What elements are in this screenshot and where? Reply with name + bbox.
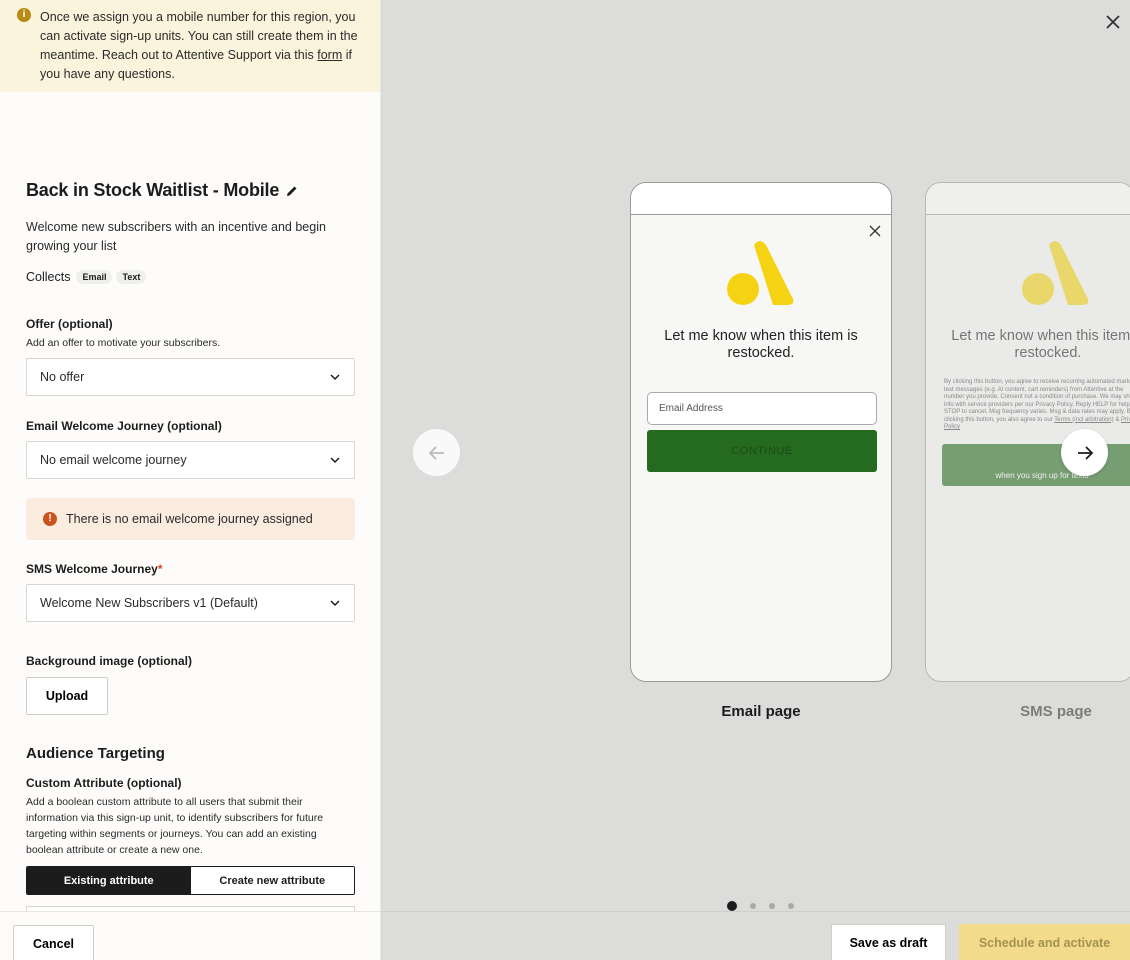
chevron-down-icon <box>330 457 340 464</box>
email-page-caption: Email page <box>721 703 801 720</box>
email-journey-warning: ! There is no email welcome journey assi… <box>26 498 355 540</box>
collects-chip-text: Text <box>116 270 147 284</box>
phone-top-bar <box>926 183 1130 215</box>
required-mark: * <box>157 562 163 576</box>
info-icon: i <box>17 8 31 22</box>
carousel-prev-button[interactable] <box>413 429 460 476</box>
warning-text: There is no email welcome journey assign… <box>66 512 313 526</box>
page-dot-3[interactable] <box>769 903 775 909</box>
alert-icon: ! <box>43 512 57 526</box>
page-dot-1[interactable] <box>727 901 737 911</box>
background-image-label: Background image (optional) <box>26 654 193 668</box>
unit-description: Welcome new subscribers with an incentiv… <box>26 220 326 253</box>
attribute-toggle: Existing attribute Create new attribute <box>26 866 355 895</box>
sms-journey-label: SMS Welcome Journey* <box>26 562 163 576</box>
chevron-down-icon <box>330 600 340 607</box>
upload-button[interactable]: Upload <box>26 677 108 715</box>
collects-row: Collects Email Text <box>26 270 147 284</box>
preview-headline: Let me know when this item is restocked. <box>664 328 858 361</box>
existing-attribute-tab[interactable]: Existing attribute <box>27 867 191 894</box>
region-info-banner: i Once we assign you a mobile number for… <box>0 0 380 92</box>
preview-email-input: Email Address <box>647 392 877 425</box>
arrow-right-icon <box>1077 445 1093 460</box>
page-dot-2[interactable] <box>750 903 756 909</box>
pencil-icon[interactable] <box>286 185 298 197</box>
legal-terms-link: Terms (incl arbitration) <box>1054 416 1114 423</box>
close-icon[interactable] <box>1104 13 1122 31</box>
carousel-pagination <box>727 901 794 911</box>
banner-text: Once we assign you a mobile number for t… <box>40 10 358 62</box>
title-row: Back in Stock Waitlist - Mobile <box>26 180 298 201</box>
sms-journey-select[interactable]: Welcome New Subscribers v1 (Default) <box>26 584 355 622</box>
save-as-draft-button[interactable]: Save as draft <box>831 924 946 960</box>
preview-legal-text: By clicking this button, you agree to re… <box>944 379 1130 432</box>
chevron-down-icon <box>330 374 340 381</box>
collects-chip-email: Email <box>76 270 113 284</box>
cancel-button[interactable]: Cancel <box>13 925 94 960</box>
custom-attribute-label: Custom Attribute (optional) <box>26 776 182 790</box>
preview-continue-button: CONTINUE <box>647 430 877 472</box>
page-dot-4[interactable] <box>788 903 794 909</box>
carousel-next-button[interactable] <box>1061 429 1108 476</box>
email-page-preview: Let me know when this item is restocked.… <box>630 182 892 682</box>
sms-page-caption: SMS page <box>1020 703 1092 720</box>
brand-logo-icon <box>727 241 794 305</box>
page-title: Back in Stock Waitlist - Mobile <box>26 180 280 200</box>
brand-logo-icon <box>1022 241 1089 305</box>
schedule-and-activate-button[interactable]: Schedule and activate <box>959 924 1130 960</box>
arrow-left-icon <box>428 445 444 460</box>
sms-journey-select-value: Welcome New Subscribers v1 (Default) <box>40 596 258 610</box>
legal-amp: & <box>1113 416 1121 423</box>
email-journey-select-value: No email welcome journey <box>40 453 187 467</box>
left-panel: i Once we assign you a mobile number for… <box>0 0 381 960</box>
close-icon[interactable] <box>869 225 881 237</box>
sms-journey-label-text: SMS Welcome Journey <box>26 562 158 576</box>
audience-targeting-title: Audience Targeting <box>26 745 165 762</box>
phone-top-bar <box>631 183 891 215</box>
offer-sublabel: Add an offer to motivate your subscriber… <box>26 337 221 349</box>
collects-label: Collects <box>26 270 71 284</box>
offer-select[interactable]: No offer <box>26 358 355 396</box>
preview-headline: Let me know when this item is restocked. <box>951 328 1130 361</box>
create-new-attribute-tab[interactable]: Create new attribute <box>190 867 354 894</box>
support-form-link[interactable]: form <box>317 48 342 62</box>
offer-label: Offer (optional) <box>26 317 113 331</box>
email-journey-label: Email Welcome Journey (optional) <box>26 419 222 433</box>
sms-page-preview: Let me know when this item is restocked.… <box>925 182 1130 682</box>
email-journey-select[interactable]: No email welcome journey <box>26 441 355 479</box>
custom-attribute-description: Add a boolean custom attribute to all us… <box>26 796 324 856</box>
offer-select-value: No offer <box>40 370 85 384</box>
